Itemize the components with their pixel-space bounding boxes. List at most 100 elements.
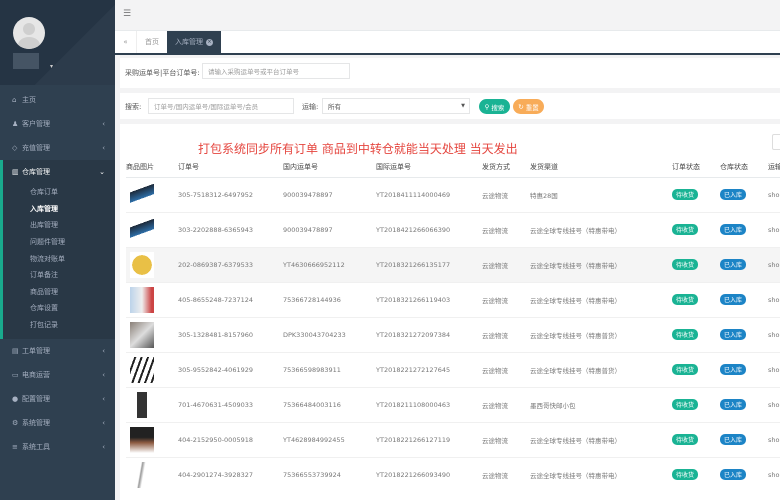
sidebar-subitem[interactable]: 商品管理 bbox=[3, 284, 115, 301]
transport-cell: sho bbox=[768, 281, 780, 317]
domestic-tracking: 900039478897 bbox=[283, 176, 376, 212]
column-header: 订单状态 bbox=[672, 158, 720, 178]
shipping-channel: 云途全球专线挂号（特惠带电） bbox=[530, 281, 672, 317]
caret-down-icon[interactable]: ▾ bbox=[50, 63, 53, 70]
close-icon[interactable]: × bbox=[206, 38, 213, 46]
column-header: 国内运单号 bbox=[283, 158, 376, 178]
sidebar-subitem[interactable]: 仓库订单 bbox=[3, 184, 115, 201]
sidebar-item[interactable]: ≡ 系统工具 ‹ bbox=[0, 435, 115, 459]
shipping-method: 云途物流 bbox=[482, 386, 530, 422]
sidebar-item-label: 客户管理 bbox=[22, 120, 50, 128]
sidebar-item[interactable]: ▤ 工单管理 ‹ bbox=[0, 339, 115, 363]
tab-home[interactable]: 首页 bbox=[137, 31, 167, 53]
table-row[interactable]: 305-9552842-4061929 75366598983911 YT201… bbox=[126, 351, 780, 387]
order-number-input[interactable]: 请输入采购运单号或平台订单号 bbox=[202, 63, 350, 79]
reset-button[interactable]: ↻ 重置 bbox=[513, 99, 544, 114]
sidebar-item[interactable]: ◇ 充值管理 ‹ bbox=[0, 136, 115, 160]
sidebar-item-label: 充值管理 bbox=[22, 144, 50, 152]
scroll-left-icon[interactable]: « bbox=[115, 31, 137, 53]
desktop-icon: ▭ bbox=[12, 371, 19, 380]
table-row[interactable]: 701-4670631-4509033 75366484003116 YT201… bbox=[126, 386, 780, 422]
table-row[interactable]: 202-0869387-6379533 YT4630666952112 YT20… bbox=[126, 246, 780, 282]
shipping-channel: 云途全球专线挂号（特惠带电） bbox=[530, 456, 672, 492]
sidebar-item-label: 系统管理 bbox=[22, 419, 50, 428]
order-status-badge: 待收货 bbox=[672, 329, 699, 340]
table-row[interactable]: 305-1328481-8157960 DPK330043704233 YT20… bbox=[126, 316, 780, 352]
intl-tracking: YT2018221272127645 bbox=[376, 351, 482, 387]
sidebar-item[interactable]: ● 配置管理 ‹ bbox=[0, 387, 115, 411]
sidebar-subitem[interactable]: 仓库设置 bbox=[3, 300, 115, 317]
product-image[interactable] bbox=[130, 286, 154, 313]
sidebar-subitem[interactable]: 问题件管理 bbox=[3, 234, 115, 251]
chevron-left-icon: ‹ bbox=[102, 144, 105, 152]
tab-inbound[interactable]: 入库管理 × bbox=[167, 31, 221, 53]
sidebar-item[interactable]: ⚙ 系统管理 ‹ bbox=[0, 411, 115, 435]
sidebar-item[interactable]: ⌂ 主页 bbox=[0, 88, 115, 112]
shipping-method: 云途物流 bbox=[482, 351, 530, 387]
transport-cell: sho bbox=[768, 456, 780, 492]
product-image[interactable] bbox=[130, 426, 154, 453]
sidebar-item-label: 配置管理 bbox=[22, 395, 50, 404]
menu-toggle-icon[interactable]: ☰ bbox=[123, 9, 131, 19]
order-status-badge: 待收货 bbox=[672, 189, 699, 200]
sidebar-item-label: 工单管理 bbox=[22, 347, 50, 356]
profile: ▾ bbox=[0, 0, 115, 85]
table-row[interactable]: 305-7518312-6497952 900039478897 YT20184… bbox=[126, 176, 780, 212]
order-number: 305-9552842-4061929 bbox=[178, 351, 283, 387]
warehouse-status-badge: 已入库 bbox=[720, 469, 747, 481]
warehouse-status-badge: 已入库 bbox=[720, 259, 747, 270]
chevron-left-icon: ‹ bbox=[102, 371, 105, 380]
top-bar: ☰ bbox=[115, 0, 780, 31]
avatar[interactable] bbox=[13, 17, 45, 49]
table-row[interactable]: 303-2202888-6365943 900039478897 YT20184… bbox=[126, 211, 780, 247]
domestic-tracking: 900039478897 bbox=[283, 211, 376, 247]
warehouse-status-badge: 已入库 bbox=[720, 189, 747, 200]
domestic-tracking: 75366553739924 bbox=[283, 456, 376, 492]
tab-label: 入库管理 bbox=[175, 38, 203, 46]
table-row[interactable]: 404-2152950-0005918 YT4628984992455 YT20… bbox=[126, 421, 780, 457]
toolbar-button[interactable] bbox=[772, 134, 780, 150]
search-button[interactable]: ⚲ 搜索 bbox=[479, 99, 510, 114]
sidebar-subitem[interactable]: 出库管理 bbox=[3, 217, 115, 234]
sidebar-subitem[interactable]: 打包记录 bbox=[3, 317, 115, 334]
column-header: 订单号 bbox=[178, 158, 283, 178]
product-image[interactable] bbox=[130, 391, 154, 418]
sidebar-subitem[interactable]: 物流对账单 bbox=[3, 250, 115, 267]
order-status-badge: 待收货 bbox=[672, 434, 699, 445]
intl-tracking: YT2018321266119403 bbox=[376, 281, 482, 317]
sidebar-subitem[interactable]: 订单备注 bbox=[3, 267, 115, 284]
product-image[interactable] bbox=[130, 321, 154, 348]
sidebar-item[interactable]: ▥ 仓库管理 ⌄ bbox=[3, 160, 115, 184]
shipping-method: 云途物流 bbox=[482, 421, 530, 457]
shipping-method: 云途物流 bbox=[482, 456, 530, 492]
domestic-tracking: 75366728144936 bbox=[283, 281, 376, 317]
carrier-select[interactable]: 所有 ▼ bbox=[322, 98, 470, 114]
product-image[interactable] bbox=[130, 216, 154, 243]
warehouse-status-badge: 已入库 bbox=[720, 434, 747, 445]
product-image[interactable] bbox=[130, 251, 154, 278]
chevron-left-icon: ‹ bbox=[102, 347, 105, 356]
shipping-channel: 云途全球专线挂号（特惠带电） bbox=[530, 246, 672, 282]
transport-cell: sho bbox=[768, 176, 780, 212]
column-header: 国际运单号 bbox=[376, 158, 482, 178]
order-status-badge: 待收货 bbox=[672, 224, 699, 235]
product-image[interactable] bbox=[130, 461, 154, 488]
table-row[interactable]: 404-2901274-3928327 75366553739924 YT201… bbox=[126, 456, 780, 492]
order-number: 405-8655248-7237124 bbox=[178, 281, 283, 317]
sidebar-item-label: 电商运营 bbox=[22, 371, 50, 380]
product-image[interactable] bbox=[130, 356, 154, 383]
order-status-badge: 待收货 bbox=[672, 399, 699, 410]
sidebar-item[interactable]: ♟ 客户管理 ‹ bbox=[0, 112, 115, 136]
sidebar-subitem[interactable]: 入库管理 bbox=[3, 201, 115, 218]
shipping-method: 云途物流 bbox=[482, 316, 530, 352]
tab-bar: « 首页 入库管理 × bbox=[115, 31, 780, 55]
user-icon: ♟ bbox=[12, 120, 19, 128]
table-row[interactable]: 405-8655248-7237124 75366728144936 YT201… bbox=[126, 281, 780, 317]
order-number: 404-2152950-0005918 bbox=[178, 421, 283, 457]
shipping-channel: 云途全球专线挂号（特惠带电） bbox=[530, 421, 672, 457]
shipping-channel: 墨西哥快邮小包 bbox=[530, 386, 672, 422]
column-header: 仓库状态 bbox=[720, 158, 768, 178]
sidebar-item[interactable]: ▭ 电商运营 ‹ bbox=[0, 363, 115, 387]
search-input[interactable]: 订单号/国内运单号/国际运单号/会员 bbox=[148, 98, 294, 114]
product-image[interactable] bbox=[130, 181, 154, 208]
